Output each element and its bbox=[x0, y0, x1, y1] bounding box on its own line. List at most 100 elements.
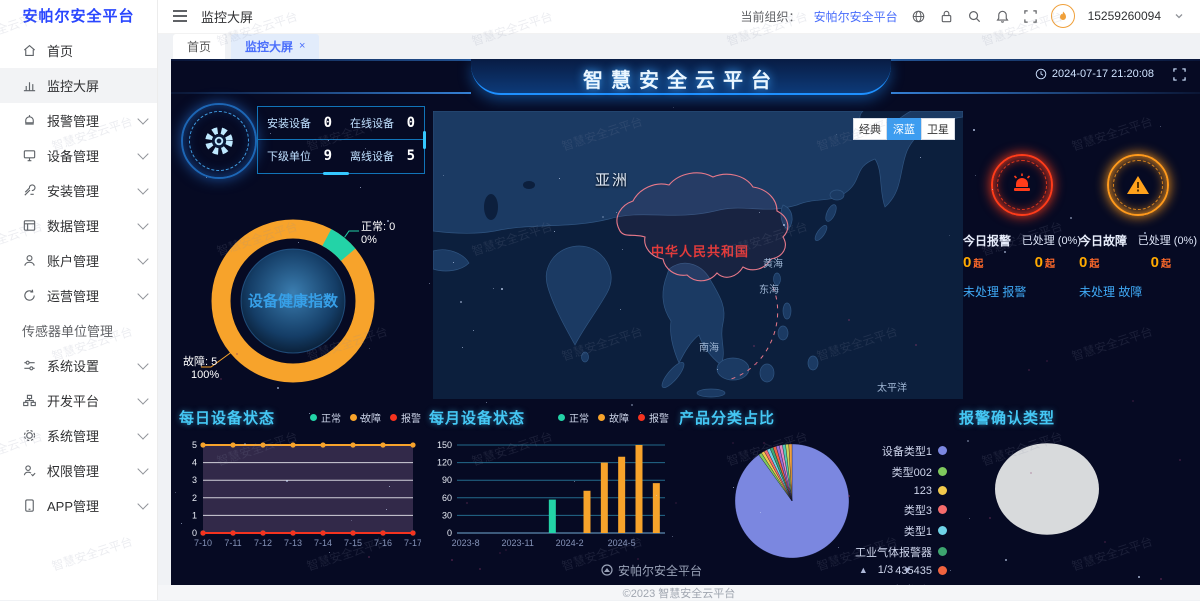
legend-dot bbox=[310, 414, 317, 421]
search-icon[interactable] bbox=[967, 9, 982, 24]
sidebar-item-8[interactable]: 运营管理 bbox=[0, 278, 157, 313]
map-layer-button-2[interactable]: 深蓝 bbox=[887, 118, 921, 140]
stat-label: 安装设备 bbox=[267, 115, 311, 131]
stat-cell-3: 下级单位9 bbox=[258, 140, 341, 173]
clock-icon bbox=[1035, 68, 1047, 80]
org-name-link[interactable]: 安帕尔安全平台 bbox=[814, 8, 898, 25]
legend-item[interactable]: 报警 bbox=[390, 410, 421, 425]
pie-legend-item-6[interactable]: 工业气体报警器 bbox=[855, 544, 947, 560]
legend-item[interactable]: 正常 bbox=[558, 410, 589, 425]
pager-down-icon[interactable]: ▼ bbox=[903, 565, 912, 575]
svg-text:7-10: 7-10 bbox=[194, 538, 212, 548]
app-icon bbox=[22, 498, 37, 513]
svg-text:4: 4 bbox=[192, 458, 197, 468]
sidebar-item-6[interactable]: 数据管理 bbox=[0, 208, 157, 243]
pie-legend-dot bbox=[938, 446, 947, 455]
pie-legend-item-2[interactable]: 类型002 bbox=[892, 464, 947, 480]
globe-icon[interactable] bbox=[911, 9, 926, 24]
legend-label: 正常 bbox=[569, 410, 589, 425]
pie-legend-item-5[interactable]: 类型1 bbox=[904, 523, 947, 539]
bell-icon[interactable] bbox=[995, 9, 1010, 24]
chevron-down-icon bbox=[137, 288, 148, 299]
legend-label: 报警 bbox=[401, 410, 421, 425]
pie-legend-label: 设备类型2 bbox=[882, 582, 932, 585]
dashboard-fullscreen-icon[interactable] bbox=[1173, 68, 1186, 81]
sidebar-item-13[interactable]: 权限管理 bbox=[0, 453, 157, 488]
sidebar-item-label: 系统设置 bbox=[47, 356, 99, 375]
sidebar-item-label: 设备管理 bbox=[47, 146, 99, 165]
chevron-down-icon bbox=[137, 218, 148, 229]
app-logo: 安帕尔安全平台 bbox=[0, 0, 157, 33]
map-layer-button-3[interactable]: 卫星 bbox=[921, 118, 955, 140]
today-fault-count: 0起 bbox=[1079, 254, 1099, 271]
sidebar-item-11[interactable]: 开发平台 bbox=[0, 383, 157, 418]
sidebar-item-10[interactable]: 系统设置 bbox=[0, 348, 157, 383]
donut-center-label: 设备健康指数 bbox=[248, 292, 339, 310]
svg-text:30: 30 bbox=[442, 510, 452, 520]
svg-text:2: 2 bbox=[192, 493, 197, 503]
sidebar-item-3[interactable]: 报警管理 bbox=[0, 103, 157, 138]
sidebar-item-2[interactable]: 监控大屏 bbox=[0, 68, 157, 103]
menu-collapse-icon[interactable] bbox=[173, 10, 187, 22]
lock-icon[interactable] bbox=[939, 9, 954, 24]
legend-item[interactable]: 故障 bbox=[598, 410, 629, 425]
monthly-status-chart: 每月设备状态 正常故障报警 03060901201502023-82023-11… bbox=[429, 407, 675, 582]
sidebar-item-4[interactable]: 设备管理 bbox=[0, 138, 157, 173]
today-alarm-card: 今日报警 已处理 (0%) 0起 0起 未处理 报警 bbox=[963, 154, 1081, 300]
chevron-down-icon bbox=[137, 498, 148, 509]
pie-legend-item-4[interactable]: 类型3 bbox=[904, 502, 947, 518]
brand-text: 安帕尔安全平台 bbox=[618, 562, 702, 579]
avatar[interactable] bbox=[1051, 4, 1075, 28]
dashboard: 智慧安全云平台 2024-07-17 21:20:08 安装设备0在线设备0下级… bbox=[171, 59, 1200, 585]
user-phone[interactable]: 15259260094 bbox=[1088, 9, 1161, 23]
pie-legend-item-8[interactable]: 设备类型2 bbox=[882, 582, 947, 585]
system-icon bbox=[22, 428, 37, 443]
chevron-down-icon bbox=[137, 358, 148, 369]
map-layer-button-1[interactable]: 经典 bbox=[853, 118, 887, 140]
dashboard-brand: 安帕尔安全平台 bbox=[601, 562, 702, 579]
china-map[interactable]: 亚洲 中华人民共和国 黄海 东海 南海 太平洋 经典深蓝卫星 bbox=[433, 111, 963, 399]
sidebar-item-label: 系统管理 bbox=[47, 426, 99, 445]
tab-2[interactable]: 监控大屏× bbox=[231, 34, 319, 59]
tab-close-icon[interactable]: × bbox=[299, 40, 305, 52]
fullscreen-icon[interactable] bbox=[1023, 9, 1038, 24]
pie-legend-item-1[interactable]: 设备类型1 bbox=[882, 443, 947, 459]
account-icon bbox=[22, 253, 37, 268]
pie-legend-item-3[interactable]: 123 bbox=[914, 485, 947, 497]
today-alarm-handled-count: 0起 bbox=[1035, 254, 1055, 271]
map-layer-switcher: 经典深蓝卫星 bbox=[853, 118, 955, 140]
unhandled-alarm-link[interactable]: 未处理 报警 bbox=[963, 283, 1081, 300]
svg-text:90: 90 bbox=[442, 475, 452, 485]
pie-legend-dot bbox=[938, 505, 947, 514]
svg-text:150: 150 bbox=[437, 440, 452, 450]
page: 安帕尔安全平台 首页监控大屏报警管理设备管理安装管理数据管理账户管理运营管理传感… bbox=[0, 0, 1200, 600]
donut-normal-label: 正常: 0 bbox=[361, 220, 395, 233]
stats-panel: 安装设备0在线设备0下级单位9离线设备5 bbox=[257, 106, 425, 174]
sidebar-item-5[interactable]: 安装管理 bbox=[0, 173, 157, 208]
legend-label: 报警 bbox=[649, 410, 669, 425]
legend-item[interactable]: 报警 bbox=[638, 410, 669, 425]
chevron-down-icon[interactable] bbox=[1174, 11, 1184, 21]
tab-1[interactable]: 首页 bbox=[173, 34, 225, 59]
pager-text: 1/3 bbox=[878, 564, 893, 576]
stat-label: 下级单位 bbox=[267, 148, 311, 164]
product-chart-title: 产品分类占比 bbox=[679, 407, 957, 428]
sidebar-item-12[interactable]: 系统管理 bbox=[0, 418, 157, 453]
unhandled-fault-link[interactable]: 未处理 故障 bbox=[1079, 283, 1197, 300]
dev-icon bbox=[22, 393, 37, 408]
sidebar-item-9[interactable]: 传感器单位管理 bbox=[0, 313, 157, 348]
sidebar-item-label: 监控大屏 bbox=[47, 76, 99, 95]
legend-item[interactable]: 故障 bbox=[350, 410, 381, 425]
svg-text:2024-2: 2024-2 bbox=[556, 538, 584, 548]
tab-label: 首页 bbox=[187, 38, 211, 55]
svg-text:100%: 100% bbox=[191, 369, 219, 381]
svg-text:2023-8: 2023-8 bbox=[452, 538, 480, 548]
sidebar-item-7[interactable]: 账户管理 bbox=[0, 243, 157, 278]
monthly-chart-plot: 03060901201502023-82023-112024-22024-5 bbox=[431, 435, 671, 575]
pager-up-icon[interactable]: ▲ bbox=[859, 565, 868, 575]
legend-item[interactable]: 正常 bbox=[310, 410, 341, 425]
sidebar-item-1[interactable]: 首页 bbox=[0, 33, 157, 68]
sidebar-item-14[interactable]: APP管理 bbox=[0, 488, 157, 523]
sidebar-item-label: 首页 bbox=[47, 41, 73, 60]
data-icon bbox=[22, 218, 37, 233]
